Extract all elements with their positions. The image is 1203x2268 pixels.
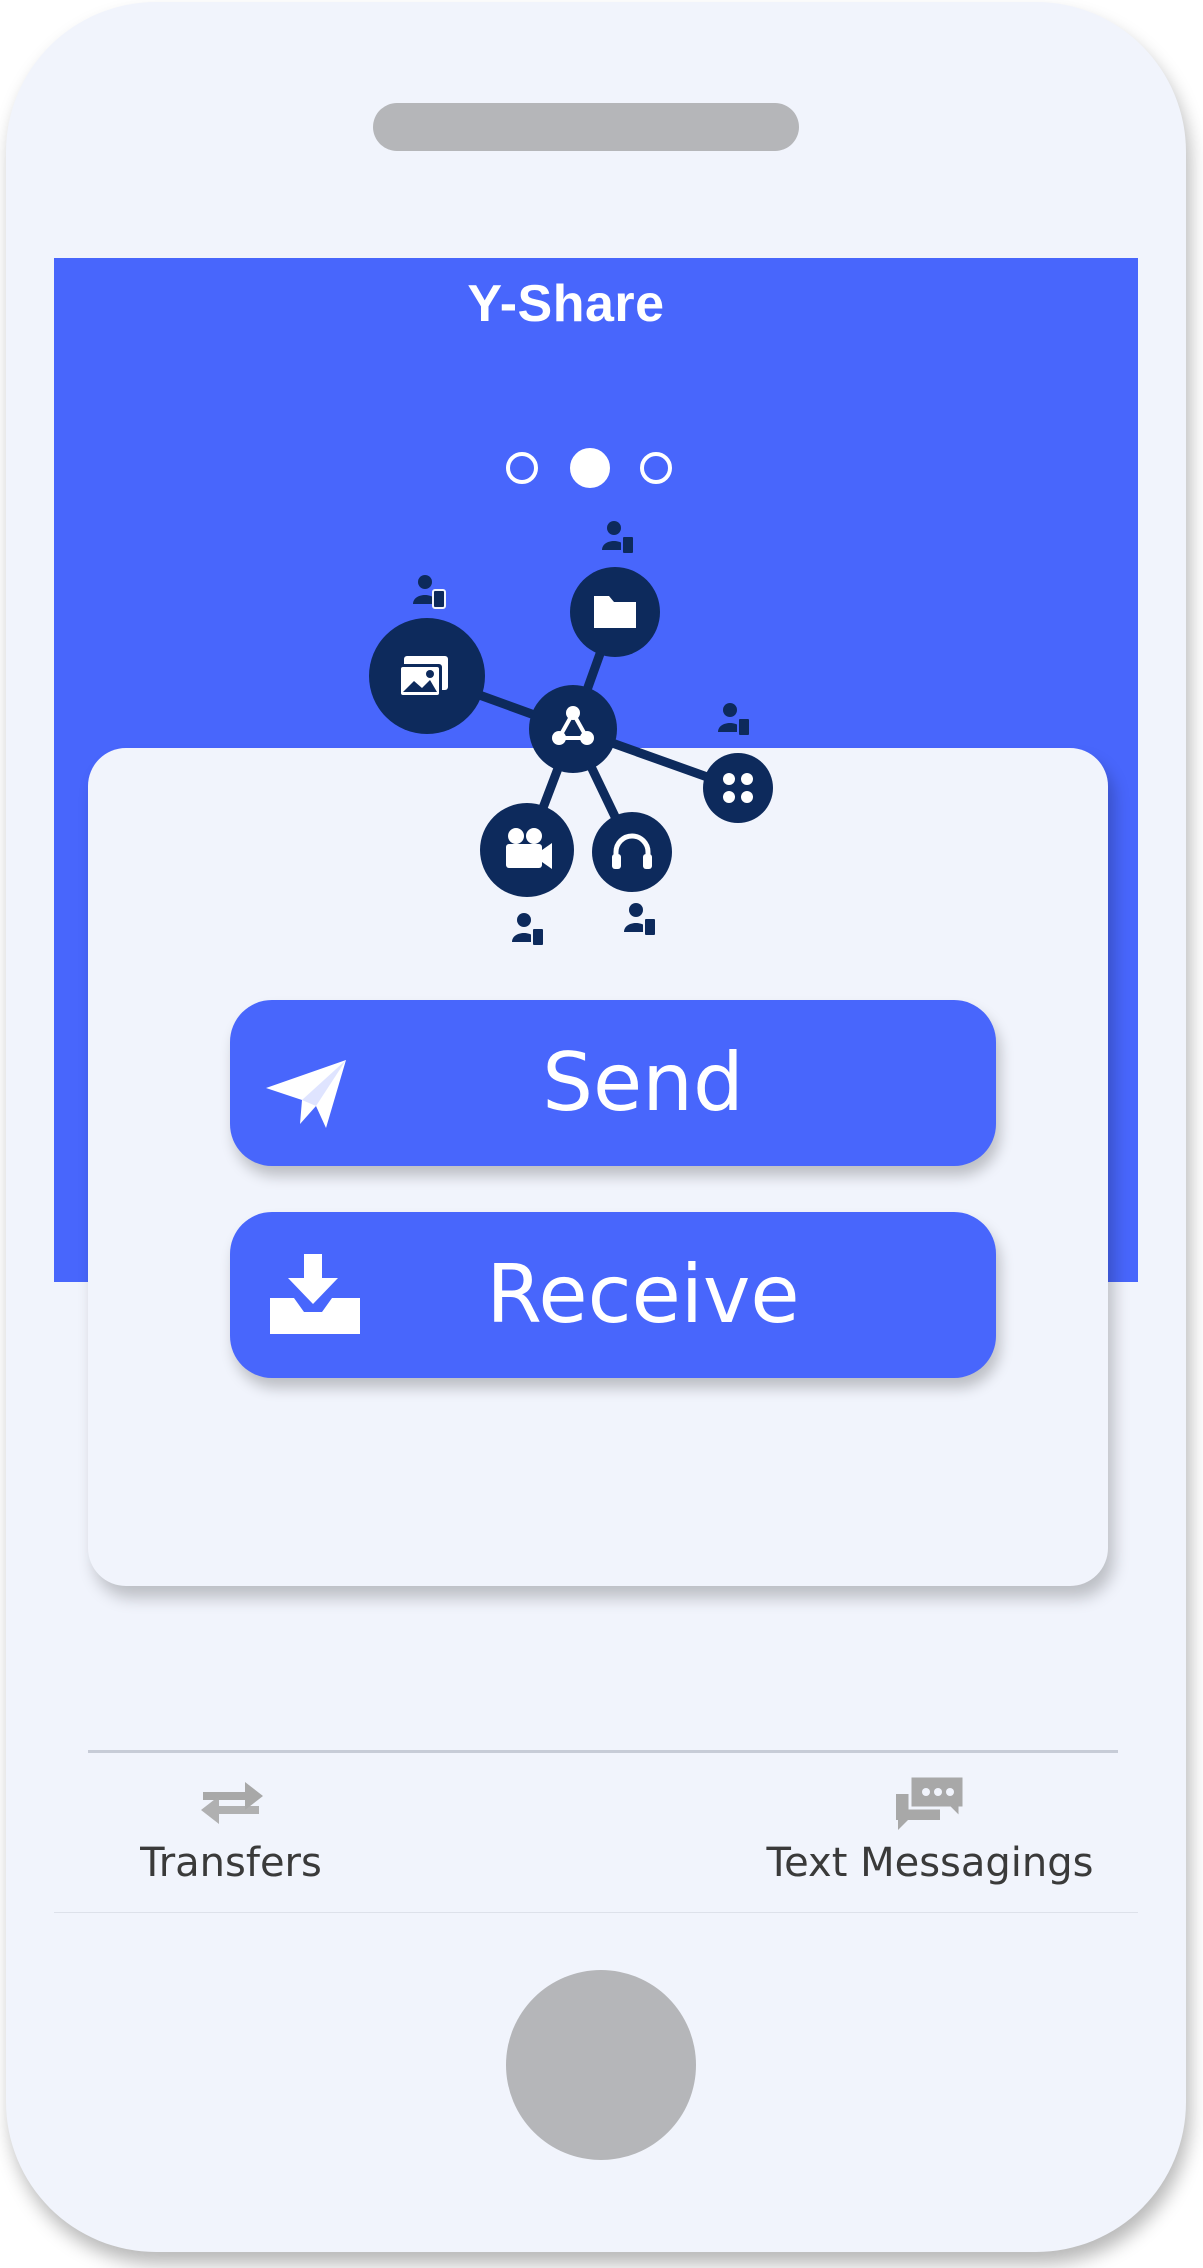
receive-button[interactable]: Receive [230, 1212, 996, 1378]
bottom-nav-divider [88, 1750, 1118, 1753]
home-button[interactable] [506, 1970, 696, 2160]
nav-item-text-messagings[interactable]: Text Messagings [754, 1772, 1106, 1886]
page-indicator [506, 448, 676, 488]
apps-icon [703, 753, 773, 823]
chat-bubbles-icon [896, 1774, 966, 1830]
nav-item-text-messagings-label: Text Messagings [766, 1840, 1094, 1886]
user-device-icon [512, 913, 545, 947]
page-dot-1[interactable] [506, 452, 538, 484]
video-camera-icon [480, 803, 574, 897]
share-hub-icon [529, 685, 617, 773]
photos-icon [369, 618, 485, 734]
send-button[interactable]: Send [230, 1000, 996, 1166]
receive-button-label: Receive [486, 1248, 800, 1341]
sharing-network-illustration [369, 521, 773, 947]
user-device-icon [413, 575, 446, 609]
send-button-label: Send [542, 1036, 744, 1129]
transfer-arrows-icon [201, 1782, 263, 1824]
user-device-icon [718, 703, 751, 737]
app-title: Y-Share [467, 275, 665, 333]
phone-speaker [373, 103, 799, 151]
folder-icon [570, 567, 660, 657]
nav-item-transfers-label: Transfers [140, 1840, 322, 1886]
phone-frame: Y-Share Send Receive Transfers Text Mess… [6, 2, 1186, 2252]
nav-item-transfers[interactable]: Transfers [126, 1772, 336, 1886]
bottom-nav-bottom-line [54, 1912, 1138, 1913]
page-dot-2-active[interactable] [570, 448, 610, 488]
user-device-icon [624, 903, 657, 937]
page-dot-3[interactable] [640, 452, 672, 484]
headphones-icon [592, 812, 672, 892]
user-device-icon [602, 521, 635, 555]
